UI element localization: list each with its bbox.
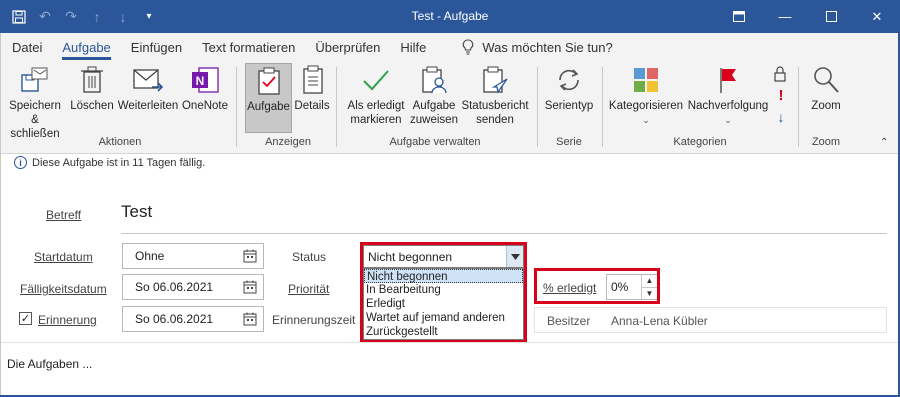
svg-text:N: N — [196, 74, 205, 88]
group-separator — [537, 67, 538, 147]
owner-label: Besitzer — [547, 314, 591, 328]
percent-highlight-box — [534, 268, 660, 304]
onenote-icon: N — [188, 63, 222, 97]
tab-text-formatieren[interactable]: Text formatieren — [194, 40, 307, 61]
due-date-value: So 06.06.2021 — [135, 280, 214, 294]
assign-task-button[interactable]: Aufgabe zuweisen — [409, 63, 459, 127]
private-lock-icon[interactable] — [773, 65, 787, 83]
ribbon: Speichern & schließen Löschen Weiterleit… — [0, 61, 900, 154]
save-close-button[interactable]: Speichern & schließen — [6, 63, 64, 141]
onenote-button[interactable]: N OneNote — [182, 63, 228, 113]
group-label-recurrence: Serie — [556, 136, 582, 148]
calendar-icon[interactable] — [243, 312, 257, 326]
chevron-down-icon: ⌄ — [724, 115, 732, 125]
reminder-checkbox[interactable]: ✓ — [19, 312, 32, 325]
reminder-label: Erinnerung — [38, 313, 97, 327]
owner-field: Besitzer Anna-Lena Kübler — [534, 307, 887, 333]
forward-button[interactable]: Weiterleiten — [117, 63, 179, 113]
group-label-show: Anzeigen — [265, 136, 311, 148]
magnifier-icon — [809, 63, 843, 97]
subject-underline — [121, 233, 887, 234]
reminder-time-label: Erinnerungszeit — [272, 313, 356, 327]
group-label-zoom: Zoom — [811, 136, 841, 148]
group-separator — [798, 67, 799, 147]
info-text: Diese Aufgabe ist in 11 Tagen fällig. — [32, 156, 206, 169]
details-button[interactable]: Details — [294, 63, 330, 113]
minimize-icon[interactable]: — — [762, 0, 808, 33]
tab-ueberpruefen[interactable]: Überprüfen — [307, 40, 392, 61]
collapse-ribbon-icon[interactable]: ⌃ — [880, 137, 888, 148]
subject-label: Betreff — [46, 208, 82, 222]
task-clipboard-icon — [252, 64, 286, 98]
maximize-icon[interactable] — [808, 0, 854, 33]
save-close-icon — [18, 63, 52, 97]
chevron-down-icon: ⌄ — [642, 115, 650, 125]
mark-complete-button[interactable]: Als erledigt markieren — [343, 63, 409, 127]
status-label: Status — [292, 250, 327, 264]
window-controls: — ✕ — [716, 0, 900, 33]
recurrence-button[interactable]: Serientyp — [541, 63, 597, 113]
ribbon-tabs: Datei Aufgabe Einfügen Text formatieren … — [0, 33, 900, 61]
tab-einfuegen[interactable]: Einfügen — [123, 40, 194, 61]
reminder-date-field[interactable]: So 06.06.2021 — [122, 306, 264, 332]
group-label-manage: Aufgabe verwalten — [389, 136, 481, 148]
close-icon[interactable]: ✕ — [854, 0, 900, 33]
due-date-field[interactable]: So 06.06.2021 — [122, 274, 264, 300]
group-label-tags: Kategorien — [673, 136, 727, 148]
start-date-field[interactable]: Ohne — [122, 243, 264, 269]
task-body-text[interactable]: Die Aufgaben ... — [7, 357, 92, 371]
calendar-icon[interactable] — [243, 249, 257, 263]
group-label-actions: Aktionen — [98, 136, 142, 148]
tab-hilfe[interactable]: Hilfe — [392, 40, 438, 61]
status-report-icon — [478, 63, 512, 97]
task-view-button[interactable]: Aufgabe — [245, 63, 292, 133]
start-date-label: Startdatum — [34, 250, 93, 264]
tell-me-search[interactable]: Was möchten Sie tun? — [438, 39, 613, 61]
high-importance-icon[interactable]: ! — [776, 87, 786, 107]
ribbon-display-icon[interactable] — [716, 0, 762, 33]
lightbulb-icon — [463, 39, 474, 55]
mail-forward-icon — [131, 63, 165, 97]
status-report-button[interactable]: Statusbericht senden — [459, 63, 531, 127]
zoom-button[interactable]: Zoom — [805, 63, 847, 113]
title-bar: ↶ ↷ ↑ ↓ ▾ Test - Aufgabe — ✕ — [0, 0, 900, 33]
delete-button[interactable]: Löschen — [70, 63, 114, 113]
tab-datei[interactable]: Datei — [4, 40, 54, 61]
categorize-button[interactable]: Kategorisieren ⌄ — [608, 63, 684, 127]
follow-up-button[interactable]: Nachverfolgung ⌄ — [686, 63, 770, 127]
checkmark-icon — [359, 63, 393, 97]
window-border-left — [0, 33, 1, 397]
group-separator — [336, 67, 337, 147]
calendar-icon[interactable] — [243, 280, 257, 294]
flag-icon — [711, 63, 745, 97]
group-separator — [236, 67, 237, 147]
reminder-date-value: So 06.06.2021 — [135, 312, 214, 326]
recurrence-icon — [552, 63, 586, 97]
tell-me-text: Was möchten Sie tun? — [482, 39, 613, 55]
group-separator — [602, 67, 603, 147]
info-bar: i Diese Aufgabe ist in 11 Tagen fällig. — [14, 156, 205, 169]
subject-input[interactable]: Test — [121, 202, 152, 222]
body-separator — [0, 342, 900, 343]
due-date-label: Fälligkeitsdatum — [20, 282, 107, 296]
trash-icon — [75, 63, 109, 97]
status-highlight-box — [360, 242, 527, 343]
info-icon: i — [14, 156, 27, 169]
priority-label: Priorität — [288, 282, 330, 296]
low-importance-icon[interactable]: ↓ — [774, 109, 788, 129]
categorize-icon — [629, 63, 663, 97]
assign-task-icon — [417, 63, 451, 97]
start-date-value: Ohne — [135, 249, 165, 263]
owner-value: Anna-Lena Kübler — [611, 314, 708, 328]
details-icon — [295, 63, 329, 97]
tab-aufgabe[interactable]: Aufgabe — [54, 40, 122, 61]
